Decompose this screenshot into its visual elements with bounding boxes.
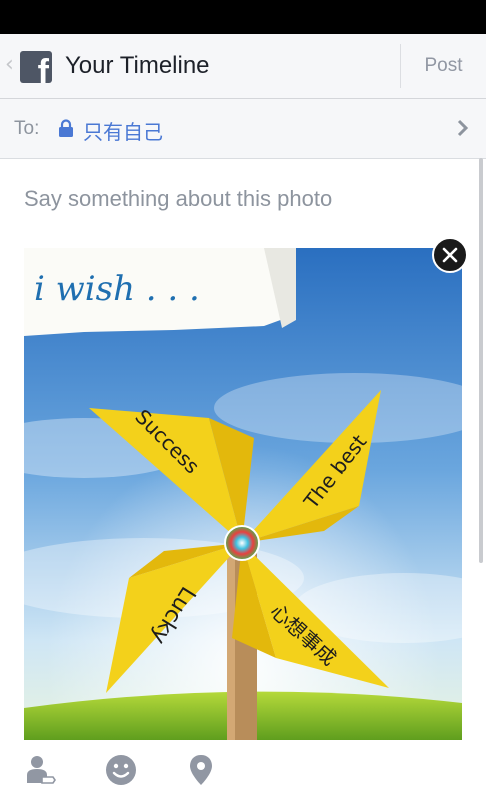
composer-toolbar <box>0 745 486 800</box>
lock-icon <box>59 119 73 137</box>
post-button[interactable]: Post <box>401 34 486 98</box>
chevron-left-icon[interactable]: ‹ <box>5 54 14 76</box>
audience-row[interactable]: To: 只有自己 <box>0 99 486 159</box>
chevron-right-icon[interactable] <box>456 119 470 137</box>
header: ‹ f Your Timeline Post <box>0 34 486 99</box>
page-title: Your Timeline <box>65 52 210 79</box>
banner-text: i wish . . . <box>34 269 200 309</box>
status-bar <box>0 0 486 34</box>
close-icon[interactable] <box>432 237 468 273</box>
smiley-icon[interactable] <box>104 753 138 787</box>
status-input[interactable]: Say something about this photo <box>24 186 332 212</box>
scrollbar[interactable] <box>479 158 483 563</box>
location-pin-icon[interactable] <box>184 753 218 787</box>
to-label: To: <box>14 118 40 139</box>
audience-selector[interactable]: 只有自己 <box>83 116 163 145</box>
attached-photo: i wish . . . Success The best 心想事成 Lucky <box>24 248 462 740</box>
facebook-logo-icon: f <box>20 51 52 83</box>
tag-friends-icon[interactable] <box>22 753 56 787</box>
